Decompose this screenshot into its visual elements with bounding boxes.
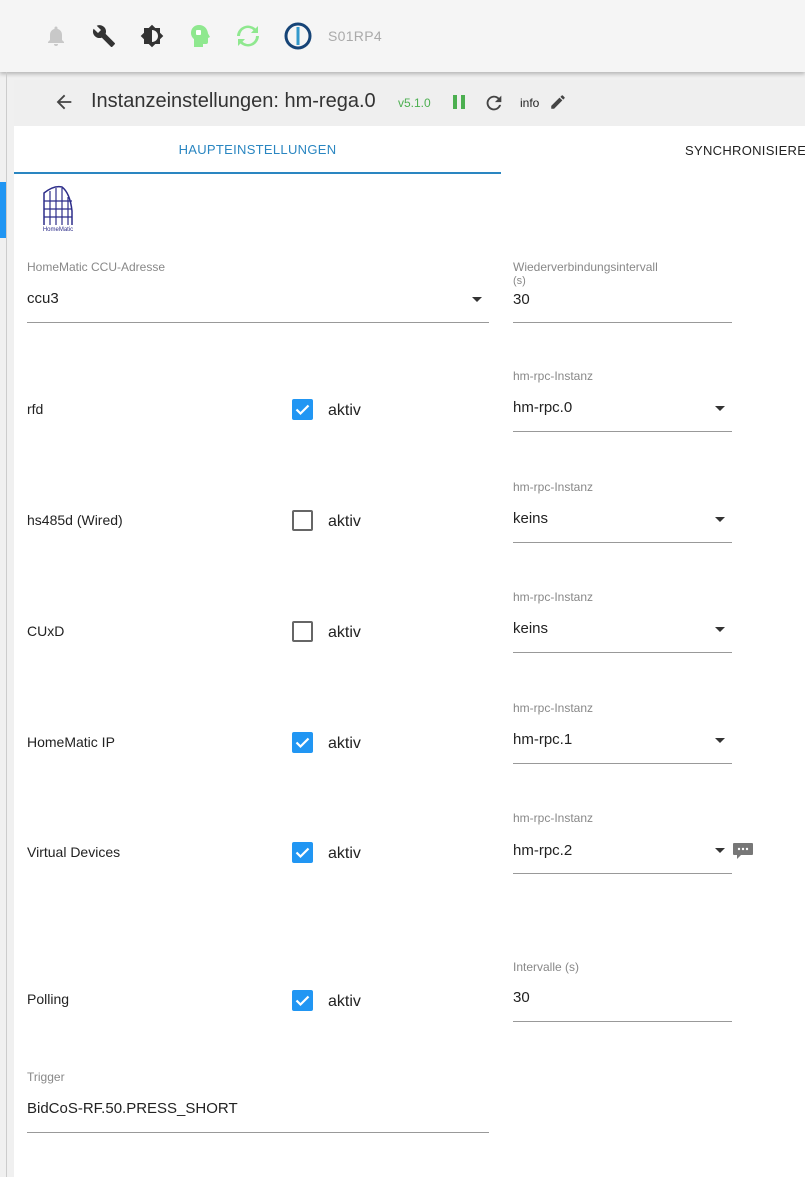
reconnect-label: Wiederverbindungsintervall: [513, 260, 658, 274]
reload-icon[interactable]: [483, 92, 505, 119]
polling-checkbox-label: aktiv: [328, 993, 361, 1010]
version-label: v5.1.0: [398, 96, 431, 110]
edit-pencil-icon[interactable]: [549, 93, 567, 116]
check-icon: [295, 995, 310, 1007]
ccu-dropdown-icon[interactable]: [472, 297, 482, 302]
hs485d-dropdown-icon[interactable]: [715, 517, 725, 522]
rfd-instance-select[interactable]: hm-rpc.0: [513, 399, 572, 416]
homematic-ip-checkbox[interactable]: [292, 732, 313, 753]
comment-icon[interactable]: [732, 842, 754, 865]
trigger-label: Trigger: [27, 1070, 65, 1084]
tab-synchronize[interactable]: Synchronisiere: [501, 126, 805, 174]
page-title: Instanzeinstellungen: hm-rega.0: [91, 90, 376, 112]
polling-interval-label: Intervalle (s): [513, 960, 580, 974]
homematic-ip-dropdown-icon[interactable]: [715, 738, 725, 743]
cuxd-instance-select[interactable]: keins: [513, 620, 548, 637]
hs485d-checkbox-label: aktiv: [328, 513, 361, 530]
left-divider: [6, 72, 7, 1177]
homematic-ip-instance-select[interactable]: hm-rpc.1: [513, 731, 572, 748]
row-label-virtual-devices: Virtual Devices: [27, 844, 121, 860]
check-icon: [295, 404, 310, 416]
polling-checkbox[interactable]: [292, 990, 313, 1011]
info-label[interactable]: info: [520, 96, 539, 110]
rfd-checkbox[interactable]: [292, 399, 313, 420]
reconnect-underline: [513, 322, 732, 323]
hs485d-underline: [513, 542, 732, 543]
brightness-icon[interactable]: [140, 24, 164, 48]
cuxd-dropdown-icon[interactable]: [715, 627, 725, 632]
pause-icon[interactable]: [452, 94, 466, 115]
row-label-cuxd: CUxD: [27, 623, 65, 639]
tab-main-settings[interactable]: Haupteinstellungen: [14, 126, 501, 174]
cuxd-instance-label: hm-rpc-Instanz: [513, 590, 594, 604]
wrench-icon[interactable]: [92, 24, 116, 48]
hs485d-checkbox[interactable]: [292, 510, 313, 531]
check-icon: [295, 737, 310, 749]
homematic-ip-instance-label: hm-rpc-Instanz: [513, 701, 594, 715]
ccu-address-value[interactable]: ccu3: [27, 290, 59, 307]
polling-interval-input[interactable]: 30: [513, 989, 530, 1006]
rfd-dropdown-icon[interactable]: [715, 406, 725, 411]
trigger-underline: [27, 1132, 489, 1133]
polling-interval-underline: [513, 1021, 732, 1022]
rfd-instance-label: hm-rpc-Instanz: [513, 369, 594, 383]
ccu-underline: [27, 322, 489, 323]
trigger-input[interactable]: BidCoS-RF.50.PRESS_SHORT: [27, 1100, 238, 1117]
row-label-rfd: rfd: [27, 401, 44, 417]
head-icon[interactable]: [188, 24, 212, 48]
virtual-devices-instance-select[interactable]: hm-rpc.2: [513, 842, 572, 859]
check-icon: [295, 847, 310, 859]
virtual-devices-dropdown-icon[interactable]: [715, 848, 725, 853]
app-bar: S01RP4: [0, 0, 805, 72]
virtual-devices-underline: [513, 873, 732, 874]
hs485d-instance-label: hm-rpc-Instanz: [513, 480, 594, 494]
homematic-ip-underline: [513, 763, 732, 764]
instance-header: Instanzeinstellungen: hm-rega.0 v5.1.0 i…: [14, 80, 805, 126]
homematic-logo: HomeMatic: [40, 183, 76, 238]
cuxd-underline: [513, 652, 732, 653]
reconnect-unit-label: (s): [513, 275, 526, 287]
cuxd-checkbox-label: aktiv: [328, 624, 361, 641]
host-name: S01RP4: [328, 28, 382, 44]
rfd-checkbox-label: aktiv: [328, 402, 361, 419]
row-label-homematic-ip: HomeMatic IP: [27, 734, 115, 750]
bell-icon[interactable]: [44, 24, 68, 48]
row-label-polling: Polling: [27, 991, 70, 1007]
cuxd-checkbox[interactable]: [292, 621, 313, 642]
virtual-devices-instance-label: hm-rpc-Instanz: [513, 811, 594, 825]
virtual-devices-checkbox-label: aktiv: [328, 845, 361, 862]
back-arrow-icon[interactable]: [53, 91, 75, 118]
reconnect-input[interactable]: 30: [513, 291, 530, 308]
homematic-ip-checkbox-label: aktiv: [328, 735, 361, 752]
logo-text: HomeMatic: [43, 227, 73, 233]
virtual-devices-checkbox[interactable]: [292, 842, 313, 863]
left-indicator: [0, 182, 6, 238]
iobroker-logo[interactable]: [284, 22, 312, 50]
row-label-hs485d: hs485d (Wired): [27, 512, 123, 528]
ccu-address-label: HomeMatic CCU-Adresse: [27, 260, 166, 274]
rfd-underline: [513, 431, 732, 432]
sync-icon[interactable]: [236, 24, 260, 48]
hs485d-instance-select[interactable]: keins: [513, 510, 548, 527]
